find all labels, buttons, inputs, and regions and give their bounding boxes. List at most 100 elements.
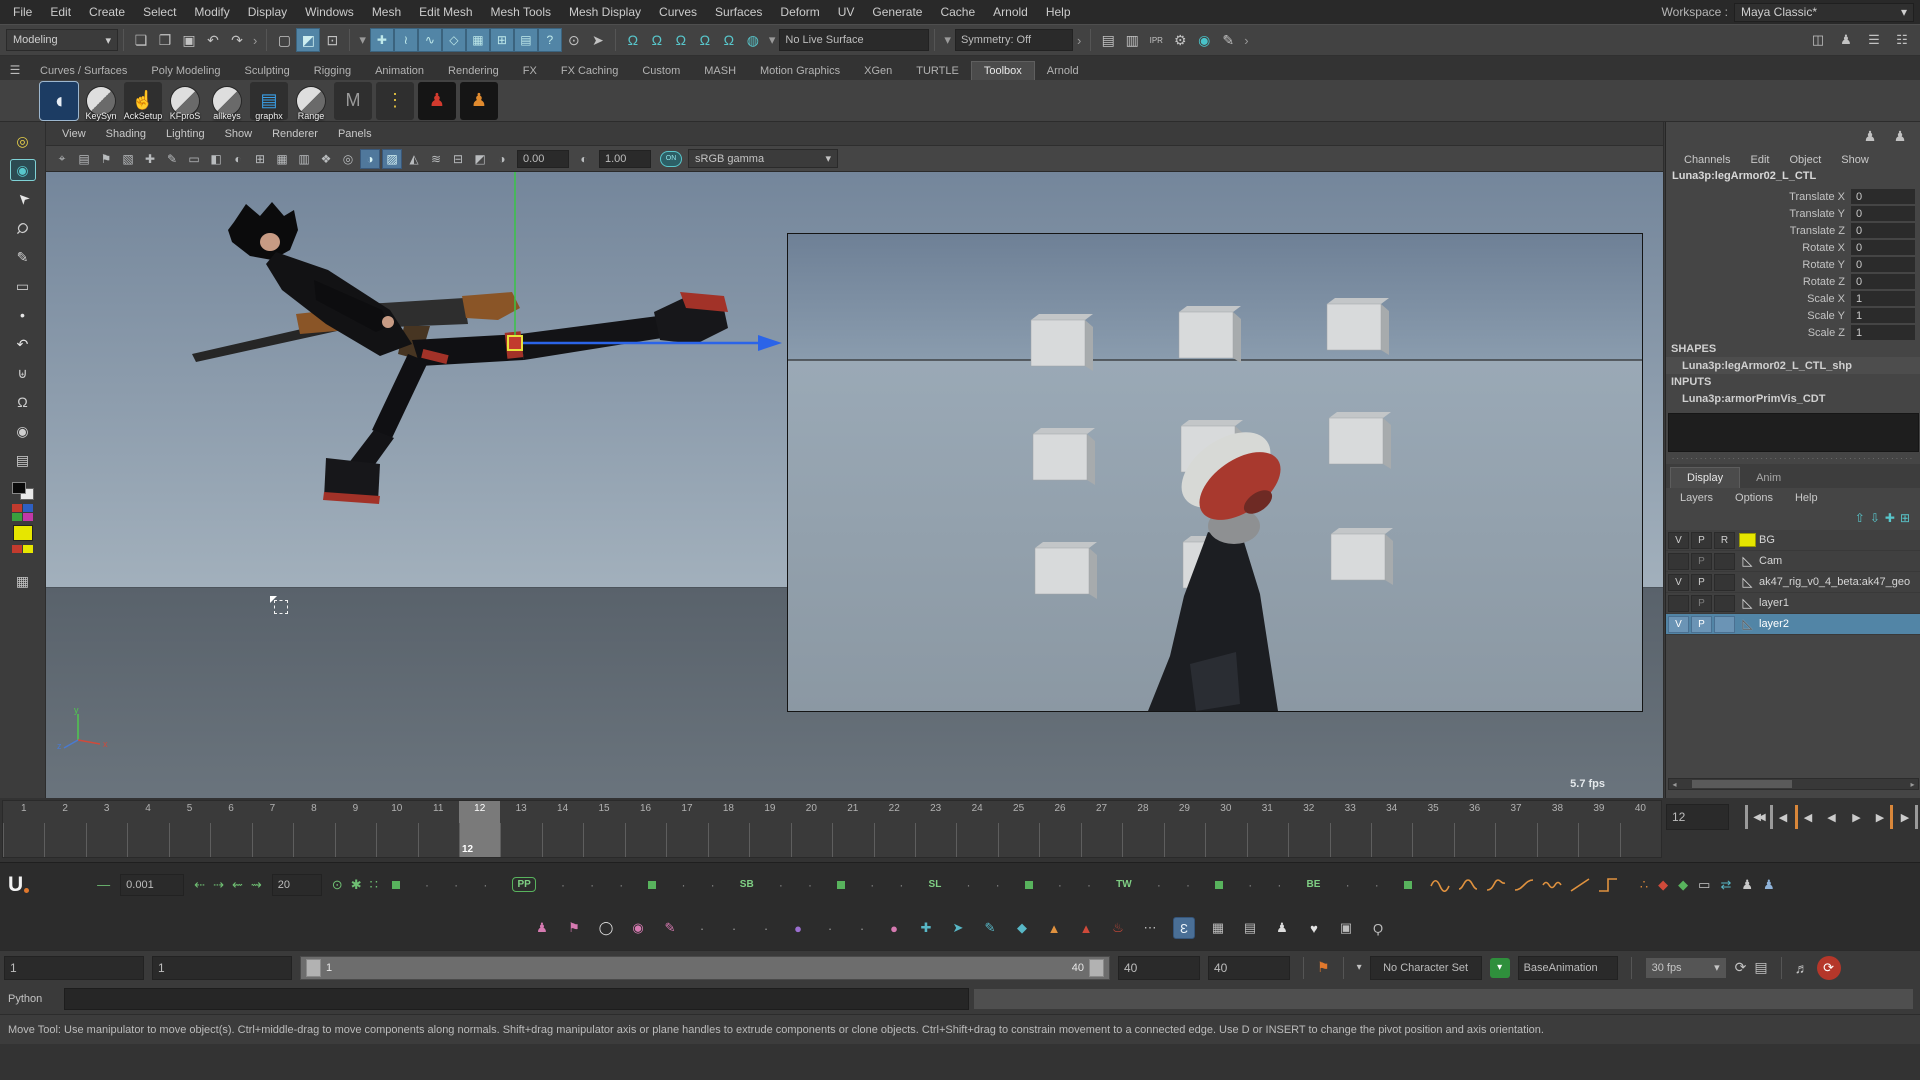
viewport-menu-panels[interactable]: Panels	[328, 122, 382, 146]
collapser-icon[interactable]: ▾	[359, 32, 366, 48]
timeline-frame-28[interactable]: 28	[1122, 801, 1163, 857]
timeline-frame-34[interactable]: 34	[1371, 801, 1412, 857]
gamma-select[interactable]: sRGB gamma ▾	[688, 149, 838, 168]
search-icon[interactable]: Ϙ	[1369, 921, 1387, 936]
open-scene-icon[interactable]: ❐	[153, 28, 177, 52]
safe-title-icon[interactable]: ▥	[294, 149, 314, 169]
layer-menu-layers[interactable]: Layers	[1670, 492, 1723, 504]
layer-p-toggle[interactable]: P	[1691, 574, 1712, 591]
layer-swatch[interactable]	[1739, 533, 1756, 547]
layer-v-toggle[interactable]: V	[1668, 616, 1689, 633]
hand-setup-icon[interactable]: ☝AckSetup	[124, 82, 162, 120]
shelf-tab-sculpting[interactable]: Sculpting	[233, 62, 302, 80]
undo-icon[interactable]: ↶	[201, 28, 225, 52]
menu-uv[interactable]: UV	[829, 0, 864, 24]
playback-loop-icon[interactable]: ⟳	[1735, 959, 1747, 976]
yellow-swatch[interactable]	[13, 525, 33, 541]
tween-preset-sl[interactable]: SL	[929, 879, 942, 890]
layer-row-cam[interactable]: P◺Cam	[1666, 551, 1920, 572]
pencil-icon[interactable]: ✎	[10, 246, 36, 268]
frame-count-field[interactable]: 20	[272, 874, 322, 896]
step-back-frame-button[interactable]: ◀	[1770, 805, 1793, 829]
chevron-down-icon[interactable]: ▾	[769, 32, 776, 48]
input-node[interactable]: Luna3p:armorPrimVis_CDT	[1666, 390, 1920, 407]
keys-cluster-icon[interactable]: ∴	[1640, 877, 1648, 893]
timeline-frame-22[interactable]: 22	[874, 801, 915, 857]
graph-folder-icon[interactable]: ▤graphx	[250, 82, 288, 120]
layer-r-toggle[interactable]	[1714, 616, 1735, 633]
flower-icon[interactable]: ✱	[351, 877, 362, 893]
tween-dot[interactable]: ·	[1087, 878, 1091, 892]
layer-p-toggle[interactable]: P	[1691, 532, 1712, 549]
snap-to-view-planes-icon[interactable]: Ω	[717, 28, 741, 52]
mute-audio-icon[interactable]: ♬	[1795, 960, 1809, 976]
playback-start-field[interactable]: 1	[152, 956, 292, 980]
playback-end-field[interactable]: 40	[1118, 956, 1200, 980]
ry-swatches[interactable]	[12, 545, 33, 553]
flame-icon[interactable]: ♨	[1109, 920, 1127, 936]
undo-arrow-icon[interactable]: ↶	[10, 333, 36, 355]
timeline-frame-18[interactable]: 18	[708, 801, 749, 857]
timeline-frame-35[interactable]: 35	[1412, 801, 1453, 857]
play-backwards-button[interactable]: ◀	[1820, 805, 1843, 829]
layer-editor-tab-display[interactable]: Display	[1670, 467, 1740, 488]
tween-dot[interactable]: ·	[590, 878, 594, 892]
redo-icon[interactable]: ↷	[225, 28, 249, 52]
menu-arnold[interactable]: Arnold	[984, 0, 1037, 24]
attribute-value-field[interactable]: 1	[1851, 291, 1915, 306]
toolbox-shelf-icon[interactable]: ◖	[40, 82, 78, 120]
timeline-frame-33[interactable]: 33	[1330, 801, 1371, 857]
tween-dot[interactable]: ·	[870, 878, 874, 892]
channel-settings-icon[interactable]: ♟	[1888, 124, 1912, 148]
new-empty-layer-icon[interactable]: ✚	[1885, 511, 1895, 525]
mask-surfaces-icon[interactable]: ◇	[442, 28, 466, 52]
card-icon[interactable]: ▭	[10, 275, 36, 297]
candles-icon[interactable]: ⋮	[376, 82, 414, 120]
timeline-frame-36[interactable]: 36	[1454, 801, 1495, 857]
menu-windows[interactable]: Windows	[296, 0, 363, 24]
layer-menu-help[interactable]: Help	[1785, 492, 1828, 504]
tween-dot[interactable]: ·	[711, 878, 715, 892]
shelf-tab-poly-modeling[interactable]: Poly Modeling	[139, 62, 232, 80]
tween-dot[interactable]: ·	[619, 878, 623, 892]
character-set-field[interactable]: No Character Set	[1370, 956, 1482, 980]
image-plane-icon[interactable]: ▧	[118, 149, 138, 169]
tween-sine-icon[interactable]	[1430, 878, 1450, 892]
render-settings-icon[interactable]: ⚙	[1168, 28, 1192, 52]
move-layer-down-icon[interactable]: ⇩	[1870, 511, 1880, 525]
red-character-icon[interactable]: ♟	[418, 82, 456, 120]
tween-dot[interactable]: ·	[966, 878, 970, 892]
dots-grid-icon[interactable]: ∷	[370, 877, 378, 893]
range-end-handle[interactable]	[1089, 959, 1104, 977]
dot-sep-3-icon[interactable]: ·	[757, 921, 775, 936]
menu-set-select[interactable]: Modeling ▾	[6, 29, 118, 51]
scrollbar-thumb[interactable]	[1692, 780, 1792, 788]
timeline-frame-1[interactable]: 1	[3, 801, 44, 857]
save-scene-icon[interactable]: ▣	[177, 28, 201, 52]
paint-effects-icon[interactable]: ✎	[1216, 28, 1240, 52]
layer-editor-tab-anim[interactable]: Anim	[1740, 468, 1797, 488]
range-slider[interactable]: 1 40	[300, 956, 1110, 980]
menu-file[interactable]: File	[4, 0, 41, 24]
lasso-icon[interactable]: Ϙ	[6, 211, 40, 245]
select-by-hierarchy-icon[interactable]: ▢	[272, 28, 296, 52]
layer-swatch[interactable]: ◺	[1739, 596, 1756, 610]
tween-preset-tw[interactable]: TW	[1116, 879, 1132, 890]
magnet-icon[interactable]: Ω	[10, 391, 36, 413]
m-script-icon[interactable]: M	[334, 82, 372, 120]
layer-r-toggle[interactable]	[1714, 553, 1735, 570]
camera-view-panel[interactable]	[787, 233, 1643, 712]
menu-surfaces[interactable]: Surfaces	[706, 0, 771, 24]
viewport-canvas[interactable]: y x z 5.7 fps	[46, 172, 1663, 798]
humanik-icon[interactable]: ♟	[1834, 28, 1858, 52]
layer-v-toggle[interactable]: V	[1668, 574, 1689, 591]
tween-dot[interactable]: ·	[1248, 878, 1252, 892]
viewport-menu-view[interactable]: View	[52, 122, 96, 146]
shelf-tab-fx[interactable]: FX	[511, 62, 549, 80]
timeline-frame-37[interactable]: 37	[1495, 801, 1536, 857]
trash-icon[interactable]: ⊎	[10, 362, 36, 384]
snap-to-curves-icon[interactable]: Ω	[645, 28, 669, 52]
layer-v-toggle[interactable]	[1668, 595, 1689, 612]
set-key-red-icon[interactable]: ◆	[1658, 877, 1668, 893]
attribute-value-field[interactable]: 0	[1851, 206, 1915, 221]
